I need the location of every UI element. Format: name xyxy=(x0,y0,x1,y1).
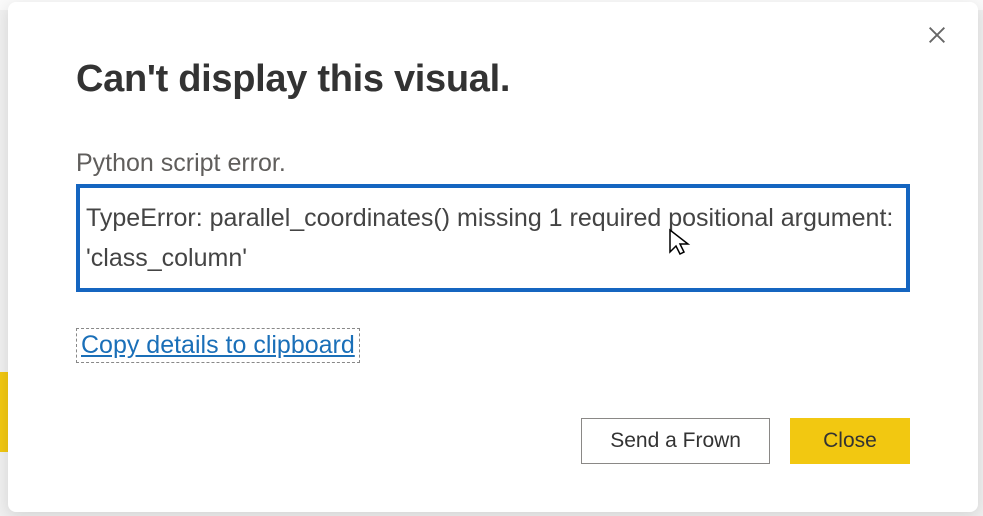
error-message: TypeError: parallel_coordinates() missin… xyxy=(86,198,900,278)
close-button[interactable] xyxy=(922,20,952,50)
dialog-title: Can't display this visual. xyxy=(76,58,910,101)
copy-details-link[interactable]: Copy details to clipboard xyxy=(76,328,360,363)
cursor-icon xyxy=(668,228,692,258)
close-icon xyxy=(926,24,948,46)
close-dialog-button[interactable]: Close xyxy=(790,418,910,464)
error-dialog: Can't display this visual. Python script… xyxy=(8,2,978,512)
dialog-button-row: Send a Frown Close xyxy=(581,418,910,464)
send-frown-button[interactable]: Send a Frown xyxy=(581,418,770,464)
error-label: Python script error. xyxy=(76,149,910,178)
error-highlight-box: TypeError: parallel_coordinates() missin… xyxy=(76,184,910,292)
